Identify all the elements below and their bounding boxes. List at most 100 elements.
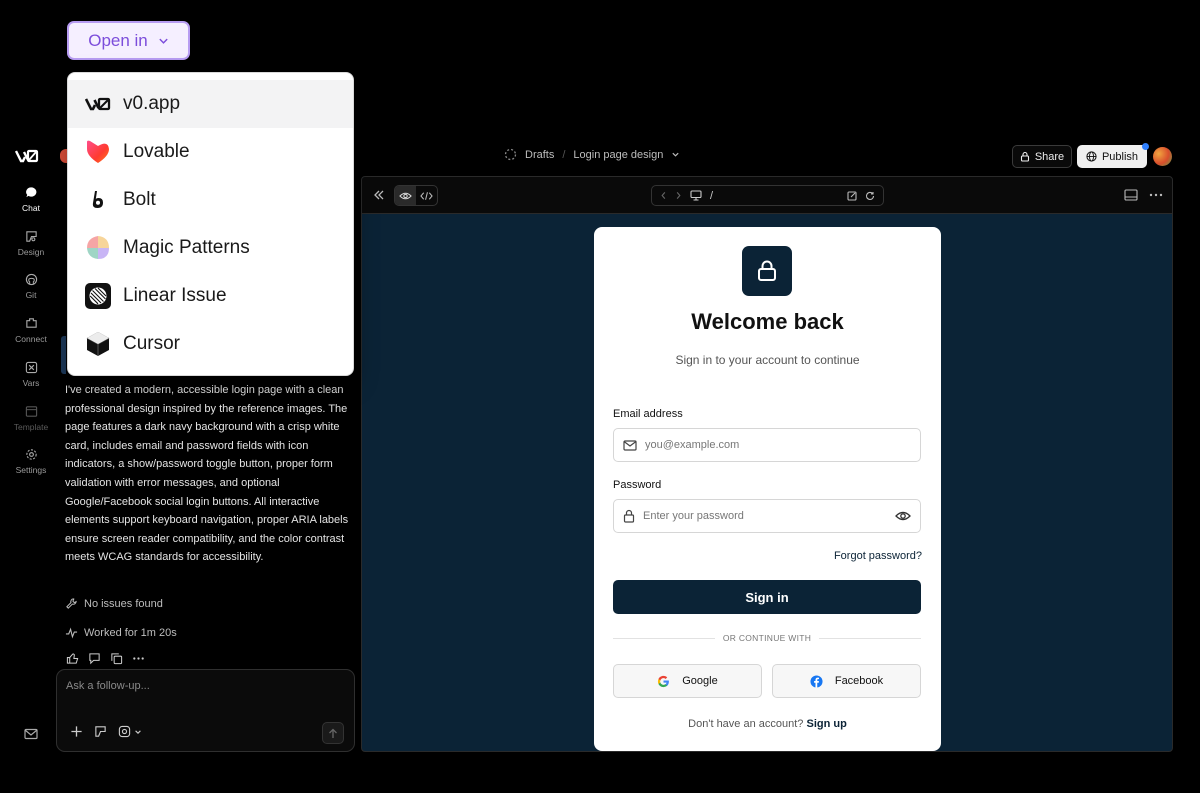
template-icon <box>25 406 37 417</box>
rail-chat-label: Chat <box>22 203 40 213</box>
email-input[interactable] <box>645 439 875 451</box>
more-icon[interactable] <box>132 652 145 665</box>
password-input[interactable] <box>643 510 873 522</box>
login-title: Welcome back <box>691 309 844 334</box>
monitor-icon[interactable] <box>690 190 702 201</box>
rail-settings-label: Settings <box>15 465 47 475</box>
rail-design[interactable]: Design <box>10 230 52 257</box>
divider-line <box>819 637 922 639</box>
rail-vars[interactable]: Vars <box>10 361 52 388</box>
rail-chat[interactable]: Chat <box>10 186 52 213</box>
open-in-label: Open in <box>88 30 148 50</box>
rail-vars-label: Vars <box>22 378 40 388</box>
composer <box>56 669 355 752</box>
design-mode-icon[interactable] <box>94 725 107 738</box>
issues-status: No issues found <box>65 597 163 610</box>
wrench-icon <box>66 598 77 609</box>
collapse-sidebar-icon[interactable] <box>372 188 386 202</box>
email-field[interactable] <box>613 428 921 462</box>
bolt-icon <box>85 187 111 213</box>
facebook-icon <box>810 674 823 688</box>
forgot-password-link[interactable]: Forgot password? <box>834 550 922 562</box>
menu-item-label: Cursor <box>123 333 181 354</box>
rail-connect[interactable]: Connect <box>10 317 52 344</box>
menu-item-bolt[interactable]: Bolt <box>68 176 353 224</box>
breadcrumb: Drafts / Login page design <box>504 148 680 161</box>
activity-icon <box>65 627 78 639</box>
menu-item-v0[interactable]: v0.app <box>68 80 353 128</box>
external-link-icon[interactable] <box>847 190 857 201</box>
share-button[interactable]: Share <box>1012 145 1072 168</box>
mail-icon <box>623 439 637 451</box>
password-label: Password <box>613 479 662 491</box>
user-avatar[interactable] <box>1153 147 1172 166</box>
v0-logo-icon[interactable] <box>15 149 39 163</box>
google-icon <box>658 675 670 687</box>
no-account-text: Don't have an account? <box>688 718 804 730</box>
message-actions <box>66 652 145 665</box>
rail-settings[interactable]: Settings <box>10 448 52 475</box>
lovable-heart-icon <box>85 139 111 165</box>
issues-text: No issues found <box>84 597 163 610</box>
model-selector[interactable] <box>118 725 142 738</box>
menu-item-cursor[interactable]: Cursor <box>68 320 353 368</box>
globe-icon <box>1086 151 1097 162</box>
rail-template[interactable]: Template <box>10 405 52 432</box>
thumbs-up-icon[interactable] <box>66 652 79 665</box>
connect-icon <box>25 318 37 328</box>
menu-item-magic-patterns[interactable]: Magic Patterns <box>68 224 353 272</box>
publish-button[interactable]: Publish <box>1077 145 1147 168</box>
sign-up-link[interactable]: Sign up <box>806 718 846 730</box>
forward-icon[interactable] <box>675 191 682 200</box>
arrow-up-icon <box>329 728 337 738</box>
rail-template-label: Template <box>13 422 49 432</box>
menu-item-label: Linear Issue <box>123 285 227 306</box>
chevron-down-icon[interactable] <box>671 150 680 159</box>
refresh-icon[interactable] <box>865 191 875 201</box>
code-icon[interactable] <box>416 186 437 205</box>
follow-up-input[interactable] <box>66 680 326 692</box>
more-options-icon[interactable] <box>1149 193 1163 197</box>
show-password-icon[interactable] <box>895 509 911 523</box>
preview-frame: / Welcome back Sign in to your account t… <box>361 176 1173 752</box>
gear-icon <box>25 449 37 460</box>
rail-connect-label: Connect <box>15 334 47 344</box>
facebook-button[interactable]: Facebook <box>772 664 921 698</box>
email-label: Email address <box>613 408 683 420</box>
mail-icon[interactable] <box>24 728 38 740</box>
rail-git[interactable]: Git <box>10 273 52 300</box>
breadcrumb-drafts[interactable]: Drafts <box>525 149 554 161</box>
panel-layout-icon[interactable] <box>1124 189 1138 201</box>
open-in-button[interactable]: Open in <box>67 21 190 60</box>
url-bar[interactable]: / <box>651 185 884 206</box>
menu-item-label: v0.app <box>123 93 181 114</box>
plus-icon[interactable] <box>70 725 83 738</box>
chevron-down-icon <box>159 38 168 44</box>
open-in-menu: v0.app Lovable Bolt Magic Patterns Linea… <box>67 72 354 376</box>
feedback-icon[interactable] <box>88 652 101 665</box>
copy-icon[interactable] <box>110 652 123 665</box>
lock-icon <box>1020 151 1029 162</box>
sign-in-button[interactable]: Sign in <box>613 580 921 614</box>
divider-line <box>613 637 715 639</box>
menu-item-label: Lovable <box>123 141 190 162</box>
design-icon <box>25 231 37 242</box>
menu-item-linear[interactable]: Linear Issue <box>68 272 353 320</box>
google-button[interactable]: Google <box>613 664 762 698</box>
facebook-label: Facebook <box>834 675 884 687</box>
lock-icon <box>758 260 776 281</box>
chevron-down-icon <box>135 729 141 734</box>
send-button[interactable] <box>322 722 344 744</box>
magic-patterns-icon <box>85 235 111 261</box>
preview-eye-icon[interactable] <box>395 186 416 205</box>
menu-item-lovable[interactable]: Lovable <box>68 128 353 176</box>
breadcrumb-separator: / <box>562 148 566 161</box>
back-icon[interactable] <box>660 191 667 200</box>
worked-text: Worked for 1m 20s <box>84 627 177 639</box>
view-toggle <box>394 185 438 206</box>
rail-design-label: Design <box>17 247 45 257</box>
password-field[interactable] <box>613 499 921 533</box>
breadcrumb-project[interactable]: Login page design <box>573 149 663 161</box>
github-icon <box>25 273 37 286</box>
v0-logo-icon <box>85 91 111 117</box>
